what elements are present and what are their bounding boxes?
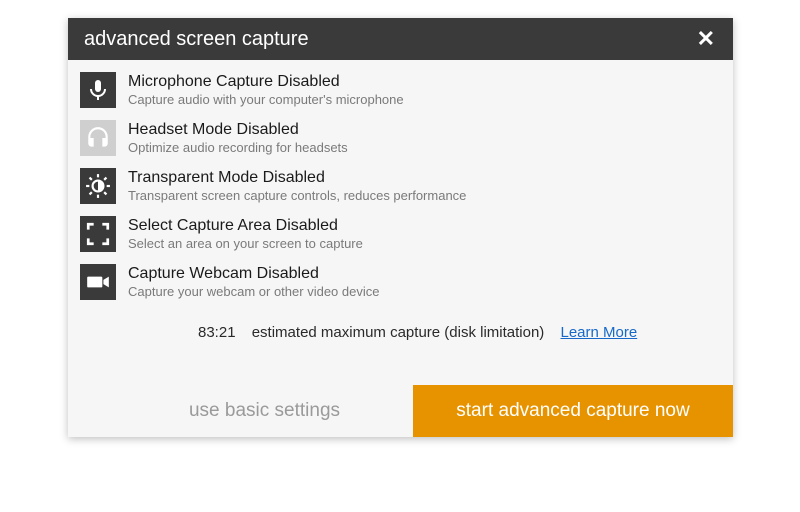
options-list: Microphone Capture Disabled Capture audi…: [68, 60, 733, 314]
close-icon[interactable]: ✕: [693, 28, 719, 50]
estimate-time: 83:21: [198, 324, 236, 341]
option-title: Headset Mode Disabled: [128, 120, 348, 140]
option-desc: Capture audio with your computer's micro…: [128, 92, 404, 108]
advanced-capture-dialog: advanced screen capture ✕ Microphone Cap…: [68, 18, 733, 437]
start-advanced-capture-button[interactable]: start advanced capture now: [413, 385, 733, 437]
option-title: Capture Webcam Disabled: [128, 264, 379, 284]
crop-corners-icon: [80, 216, 116, 252]
learn-more-link[interactable]: Learn More: [560, 324, 637, 341]
option-text: Select Capture Area Disabled Select an a…: [128, 216, 363, 252]
option-webcam[interactable]: Capture Webcam Disabled Capture your web…: [80, 264, 721, 300]
option-title: Transparent Mode Disabled: [128, 168, 466, 188]
option-desc: Capture your webcam or other video devic…: [128, 284, 379, 300]
option-transparent[interactable]: Transparent Mode Disabled Transparent sc…: [80, 168, 721, 204]
dialog-footer: use basic settings start advanced captur…: [68, 385, 733, 437]
footer-spacer: [68, 385, 116, 437]
dialog-title: advanced screen capture: [84, 28, 693, 51]
titlebar: advanced screen capture ✕: [68, 18, 733, 60]
capture-estimate: 83:21 estimated maximum capture (disk li…: [68, 314, 733, 359]
option-text: Capture Webcam Disabled Capture your web…: [128, 264, 379, 300]
option-title: Microphone Capture Disabled: [128, 72, 404, 92]
option-text: Headset Mode Disabled Optimize audio rec…: [128, 120, 348, 156]
option-desc: Optimize audio recording for headsets: [128, 140, 348, 156]
option-microphone[interactable]: Microphone Capture Disabled Capture audi…: [80, 72, 721, 108]
option-desc: Select an area on your screen to capture: [128, 236, 363, 252]
option-text: Transparent Mode Disabled Transparent sc…: [128, 168, 466, 204]
option-headset[interactable]: Headset Mode Disabled Optimize audio rec…: [80, 120, 721, 156]
camcorder-icon: [80, 264, 116, 300]
option-select-area[interactable]: Select Capture Area Disabled Select an a…: [80, 216, 721, 252]
option-text: Microphone Capture Disabled Capture audi…: [128, 72, 404, 108]
option-desc: Transparent screen capture controls, red…: [128, 188, 466, 204]
option-title: Select Capture Area Disabled: [128, 216, 363, 236]
headset-icon: [80, 120, 116, 156]
microphone-icon: [80, 72, 116, 108]
estimate-label: estimated maximum capture (disk limitati…: [252, 324, 545, 341]
brightness-icon: [80, 168, 116, 204]
use-basic-settings-button[interactable]: use basic settings: [116, 385, 413, 437]
